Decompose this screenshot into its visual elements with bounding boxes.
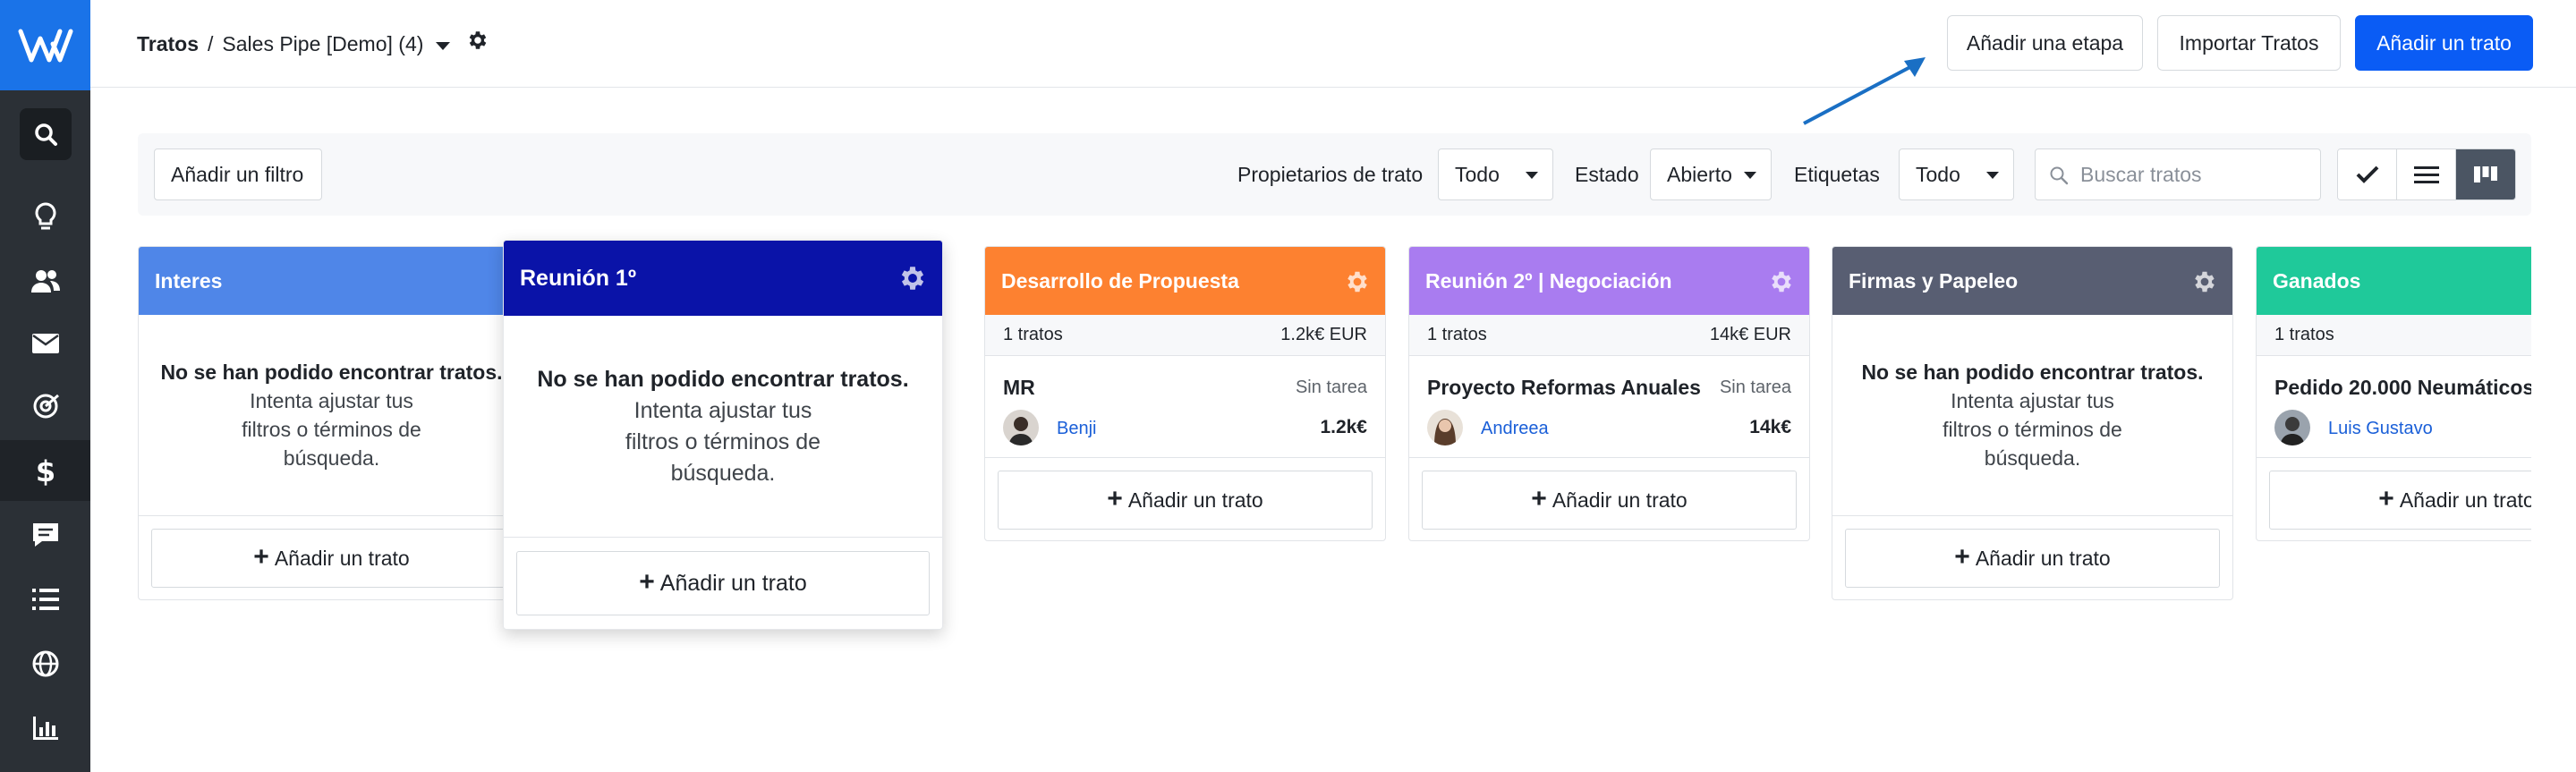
- divider: [504, 537, 942, 538]
- stage-summary: 1 tratos 14k€ EUR: [1409, 315, 1809, 356]
- add-deal-in-stage-button[interactable]: + Añadir un trato: [2269, 471, 2531, 530]
- deal-card[interactable]: MR Sin tarea Benji 1.2k€: [985, 356, 1385, 458]
- deal-task-status: Sin tarea: [1719, 378, 1791, 397]
- gear-icon[interactable]: [897, 263, 928, 293]
- avatar: [1427, 410, 1463, 445]
- deal-card[interactable]: Pedido 20.000 Neumáticos Luis Gustavo: [2257, 356, 2531, 458]
- stage-name: Reunión 2º | Negociación: [1425, 268, 1672, 293]
- empty-line: filtros o términos de: [1943, 418, 2122, 441]
- empty-line: Intenta ajustar tus: [633, 398, 812, 423]
- avatar: [1003, 410, 1039, 445]
- stage-column: Interes No se han podido encontrar trato…: [138, 246, 525, 600]
- gear-icon[interactable]: [2191, 268, 2218, 295]
- add-deal-label: Añadir un trato: [274, 546, 410, 570]
- add-deal-in-stage-button[interactable]: + Añadir un trato: [1422, 471, 1797, 530]
- empty-line: filtros o términos de: [625, 429, 821, 454]
- add-deal-label: Añadir un trato: [659, 570, 807, 596]
- gear-icon[interactable]: [1768, 268, 1795, 295]
- stage-header[interactable]: Reunión 1º: [504, 241, 942, 316]
- stage-summary: 1 tratos 1.2k€ EUR: [985, 315, 1385, 356]
- plus-icon: +: [253, 541, 269, 572]
- stage-column: Desarrollo de Propuesta 1 tratos 1.2k€ E…: [984, 246, 1386, 541]
- empty-title: No se han podido encontrar tratos.: [537, 367, 909, 392]
- divider: [1832, 515, 2232, 516]
- stage-header[interactable]: Interes: [139, 247, 524, 315]
- deal-count: 1 tratos: [1427, 325, 1487, 344]
- stage-header[interactable]: Ganados: [2257, 247, 2531, 315]
- add-deal-label: Añadir un trato: [2399, 488, 2531, 512]
- stage-summary: 1 tratos: [2257, 315, 2531, 356]
- stage-header[interactable]: Firmas y Papeleo: [1832, 247, 2232, 315]
- stage-column-dragging[interactable]: Reunión 1º No se han podido encontrar tr…: [503, 240, 943, 630]
- deal-title[interactable]: Pedido 20.000 Neumáticos: [2274, 376, 2531, 400]
- deal-count: 1 tratos: [2274, 325, 2334, 344]
- stage-name: Interes: [155, 268, 223, 293]
- deal-total: 1.2k€ EUR: [1280, 325, 1367, 344]
- stage-name: Reunión 1º: [520, 265, 636, 291]
- stage-column: Reunión 2º | Negociación 1 tratos 14k€ E…: [1408, 246, 1810, 541]
- deal-owner[interactable]: Andreea: [1481, 419, 1549, 439]
- plus-icon: +: [1531, 483, 1547, 513]
- deal-card[interactable]: Proyecto Reformas Anuales Sin tarea Andr…: [1409, 356, 1809, 458]
- empty-line: Intenta ajustar tus: [1951, 389, 2114, 412]
- empty-title: No se han podido encontrar tratos.: [1861, 361, 2204, 384]
- add-deal-label: Añadir un trato: [1552, 488, 1688, 512]
- avatar: [2274, 410, 2310, 445]
- add-deal-in-stage-button[interactable]: + Añadir un trato: [516, 551, 930, 615]
- empty-message: No se han podido encontrar tratos. Inten…: [139, 315, 524, 472]
- plus-icon: +: [1954, 541, 1970, 572]
- deal-title[interactable]: Proyecto Reformas Anuales: [1427, 376, 1701, 400]
- gear-icon[interactable]: [1344, 268, 1371, 295]
- stage-name: Ganados: [2273, 268, 2361, 293]
- add-deal-in-stage-button[interactable]: + Añadir un trato: [1845, 529, 2220, 588]
- add-deal-label: Añadir un trato: [1975, 546, 2111, 570]
- plus-icon: +: [639, 566, 655, 597]
- deal-owner[interactable]: Luis Gustavo: [2328, 419, 2433, 439]
- add-deal-in-stage-button[interactable]: + Añadir un trato: [998, 471, 1373, 530]
- board: Interes No se han podido encontrar trato…: [0, 0, 2531, 772]
- deal-owner[interactable]: Benji: [1057, 419, 1096, 439]
- empty-line: filtros o términos de: [242, 418, 421, 441]
- stage-header[interactable]: Reunión 2º | Negociación: [1409, 247, 1809, 315]
- empty-line: búsqueda.: [670, 461, 776, 486]
- divider: [139, 515, 524, 516]
- plus-icon: +: [1107, 483, 1123, 513]
- empty-message: No se han podido encontrar tratos. Inten…: [1832, 315, 2232, 472]
- deal-task-status: Sin tarea: [1295, 378, 1367, 397]
- empty-title: No se han podido encontrar tratos.: [160, 361, 503, 384]
- stage-header[interactable]: Desarrollo de Propuesta: [985, 247, 1385, 315]
- deal-amount: 1.2k€: [1320, 417, 1367, 437]
- plus-icon: +: [2378, 483, 2394, 513]
- stage-column: Ganados 1 tratos Pedido 20.000 Neumático…: [2256, 246, 2531, 541]
- empty-line: Intenta ajustar tus: [250, 389, 413, 412]
- stage-name: Firmas y Papeleo: [1849, 268, 2019, 293]
- empty-message: No se han podido encontrar tratos. Inten…: [504, 316, 942, 489]
- stage-column: Firmas y Papeleo No se han podido encont…: [1832, 246, 2233, 600]
- deal-title[interactable]: MR: [1003, 376, 1035, 400]
- deal-count: 1 tratos: [1003, 325, 1063, 344]
- deal-amount: 14k€: [1749, 417, 1791, 437]
- add-deal-label: Añadir un trato: [1127, 488, 1263, 512]
- empty-line: búsqueda.: [283, 446, 380, 470]
- empty-line: búsqueda.: [1984, 446, 2081, 470]
- stage-name: Desarrollo de Propuesta: [1001, 268, 1239, 293]
- add-deal-in-stage-button[interactable]: + Añadir un trato: [151, 529, 512, 588]
- deal-total: 14k€ EUR: [1709, 325, 1791, 344]
